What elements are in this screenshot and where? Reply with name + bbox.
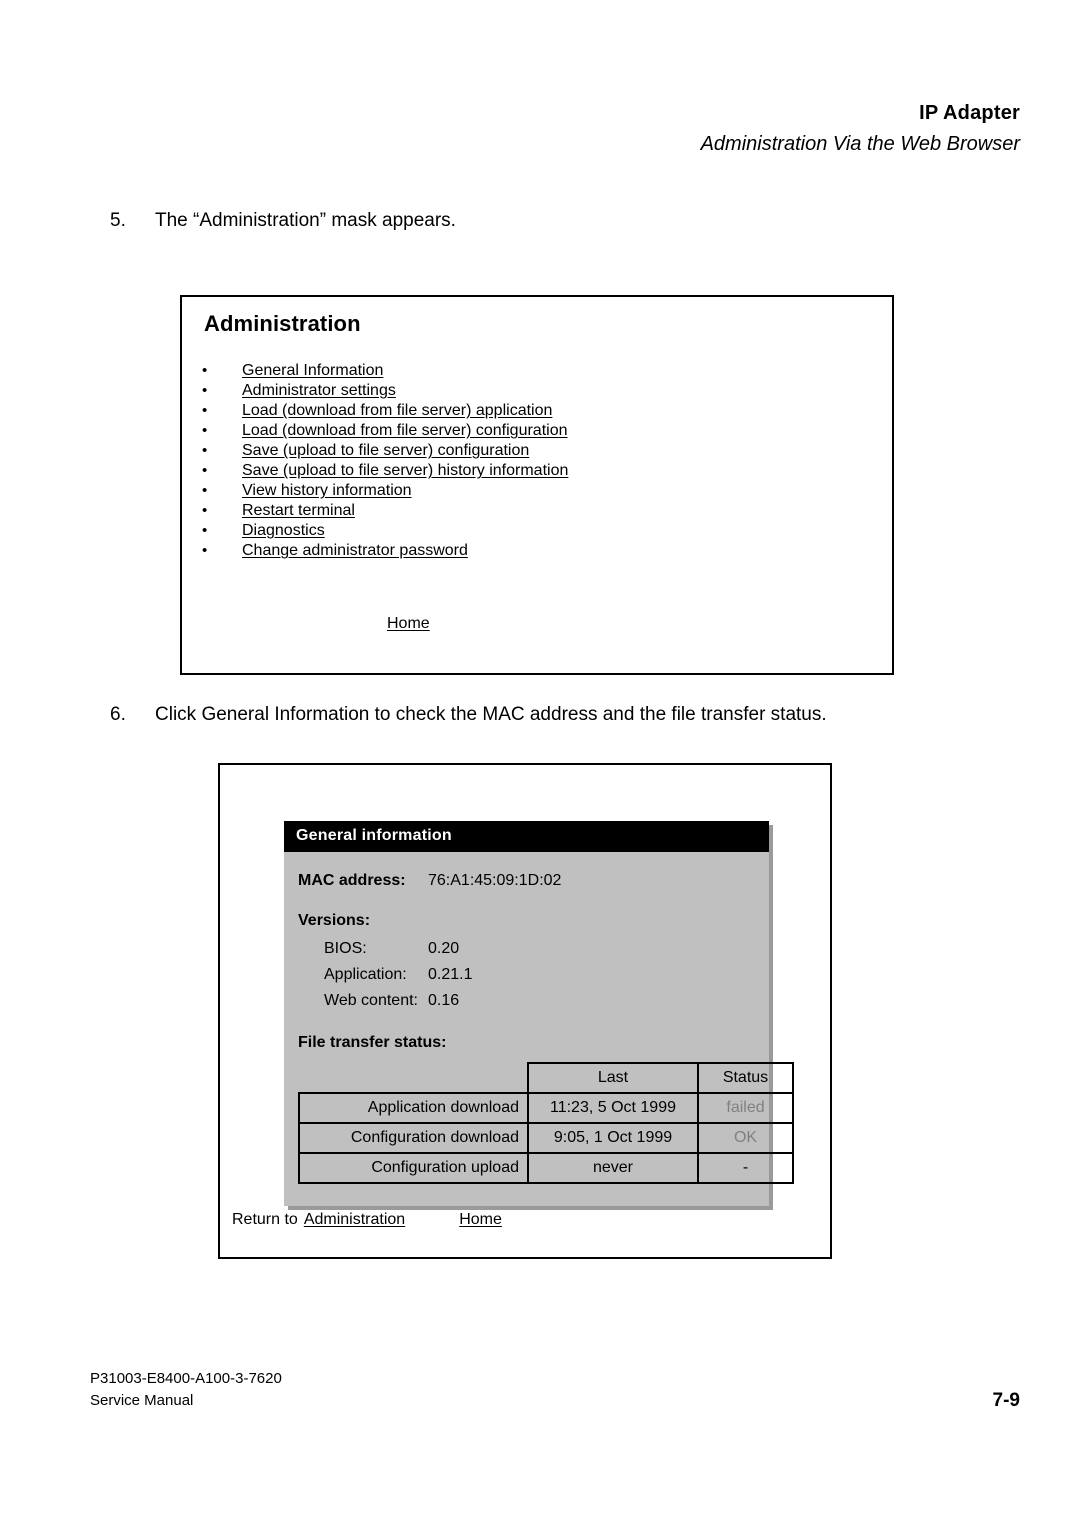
row-label-configuration-upload: Configuration upload xyxy=(298,1152,529,1184)
list-item[interactable]: • Save (upload to file server) history i… xyxy=(202,461,862,481)
header-subtitle: Administration Via the Web Browser xyxy=(700,133,1020,155)
list-item[interactable]: • Load (download from file server) confi… xyxy=(202,421,862,441)
table-row: Configuration upload never - xyxy=(298,1152,794,1184)
administration-title: Administration xyxy=(204,311,361,336)
admin-link-administrator-settings[interactable]: Administrator settings xyxy=(242,381,396,401)
footer-doc-type: Service Manual xyxy=(90,1392,194,1409)
list-item[interactable]: • Diagnostics xyxy=(202,521,862,541)
administration-link[interactable]: Administration xyxy=(304,1211,405,1229)
application-value: 0.21.1 xyxy=(428,966,473,983)
page-footer: P31003-E8400-A100-3-7620 Service Manual … xyxy=(90,1368,1020,1412)
bullet-icon: • xyxy=(202,462,208,479)
admin-link-load-configuration[interactable]: Load (download from file server) configu… xyxy=(242,421,568,441)
version-row-web-content: Web content: 0.16 xyxy=(298,988,755,1014)
table-header-row: Last Status xyxy=(299,1062,794,1094)
home-link[interactable]: Home xyxy=(459,1211,502,1229)
row-last-application-download: 11:23, 5 Oct 1999 xyxy=(527,1092,699,1124)
step-5-number: 5. xyxy=(110,210,126,231)
admin-link-restart-terminal[interactable]: Restart terminal xyxy=(242,501,355,521)
general-information-panel: General information MAC address: 76:A1:4… xyxy=(284,821,794,1206)
web-content-label: Web content: xyxy=(324,992,418,1009)
list-item[interactable]: • Restart terminal xyxy=(202,501,862,521)
table-row: Configuration download 9:05, 1 Oct 1999 … xyxy=(298,1122,794,1154)
versions-list: BIOS: 0.20 Application: 0.21.1 Web conte… xyxy=(298,936,755,1014)
admin-link-save-configuration[interactable]: Save (upload to file server) configurati… xyxy=(242,441,529,461)
administration-link-list: • General Information • Administrator se… xyxy=(202,361,862,561)
version-row-application: Application: 0.21.1 xyxy=(298,962,755,988)
admin-link-change-administrator-password[interactable]: Change administrator password xyxy=(242,541,468,561)
version-row-bios: BIOS: 0.20 xyxy=(298,936,755,962)
row-status-configuration-upload: - xyxy=(697,1152,794,1184)
general-information-body: MAC address: 76:A1:45:09:1D:02 Versions:… xyxy=(284,852,794,1206)
bullet-icon: • xyxy=(202,502,208,519)
mac-address-value: 76:A1:45:09:1D:02 xyxy=(428,872,562,889)
list-item[interactable]: • Load (download from file server) appli… xyxy=(202,401,862,421)
header-title: IP Adapter xyxy=(919,102,1020,124)
list-item[interactable]: • General Information xyxy=(202,361,862,381)
file-transfer-status-table: Last Status Application download 11:23, … xyxy=(298,1062,794,1184)
mac-address-row: MAC address: 76:A1:45:09:1D:02 xyxy=(298,868,755,894)
footer-doc-number: P31003-E8400-A100-3-7620 xyxy=(90,1370,282,1387)
versions-label: Versions: xyxy=(298,912,371,929)
row-last-configuration-upload: never xyxy=(527,1152,699,1184)
row-label-configuration-download: Configuration download xyxy=(298,1122,529,1154)
general-information-figure: General information MAC address: 76:A1:4… xyxy=(218,763,832,1259)
general-information-titlebar: General information xyxy=(284,821,769,852)
admin-link-view-history-information[interactable]: View history information xyxy=(242,481,412,501)
list-item[interactable]: • Save (upload to file server) configura… xyxy=(202,441,862,461)
application-label: Application: xyxy=(324,966,407,983)
bullet-icon: • xyxy=(202,442,208,459)
bullet-icon: • xyxy=(202,382,208,399)
admin-link-save-history-information[interactable]: Save (upload to file server) history inf… xyxy=(242,461,568,481)
row-status-application-download: failed xyxy=(697,1092,794,1124)
admin-link-load-application[interactable]: Load (download from file server) applica… xyxy=(242,401,552,421)
general-information-footer: Return to Administration Home xyxy=(232,1211,502,1229)
mac-address-label: MAC address: xyxy=(298,872,406,889)
file-transfer-status-label: File transfer status: xyxy=(298,1034,447,1051)
step-6-text: Click General Information to check the M… xyxy=(155,704,827,725)
bullet-icon: • xyxy=(202,362,208,379)
list-item[interactable]: • View history information xyxy=(202,481,862,501)
footer-document-info: P31003-E8400-A100-3-7620 Service Manual xyxy=(90,1368,282,1412)
administration-mask-figure: Administration • General Information • A… xyxy=(180,295,894,675)
bios-label: BIOS: xyxy=(324,940,367,957)
step-5-text: The “Administration” mask appears. xyxy=(155,210,456,231)
bullet-icon: • xyxy=(202,402,208,419)
table-row: Application download 11:23, 5 Oct 1999 f… xyxy=(298,1092,794,1124)
bios-value: 0.20 xyxy=(428,940,460,957)
row-last-configuration-download: 9:05, 1 Oct 1999 xyxy=(527,1122,699,1154)
page-running-head: IP Adapter Administration Via the Web Br… xyxy=(90,100,1020,159)
row-status-configuration-download: OK xyxy=(697,1122,794,1154)
bullet-icon: • xyxy=(202,542,208,559)
step-6: 6. Click General Information to check th… xyxy=(110,702,1010,728)
list-item[interactable]: • Change administrator password xyxy=(202,541,862,561)
table-corner-cell xyxy=(299,1063,528,1093)
admin-link-general-information[interactable]: General Information xyxy=(242,361,383,381)
web-content-value: 0.16 xyxy=(428,992,460,1009)
list-item[interactable]: • Administrator settings xyxy=(202,381,862,401)
page-number: 7-9 xyxy=(992,1390,1020,1411)
administration-home-link[interactable]: Home xyxy=(387,615,430,633)
row-label-application-download: Application download xyxy=(298,1092,529,1124)
admin-link-diagnostics[interactable]: Diagnostics xyxy=(242,521,325,541)
bullet-icon: • xyxy=(202,422,208,439)
column-header-last: Last xyxy=(527,1062,699,1094)
bullet-icon: • xyxy=(202,482,208,499)
step-6-number: 6. xyxy=(110,704,126,725)
step-5: 5. The “Administration” mask appears. xyxy=(110,208,970,234)
return-to-text: Return to xyxy=(232,1211,298,1228)
bullet-icon: • xyxy=(202,522,208,539)
column-header-status: Status xyxy=(697,1062,794,1094)
